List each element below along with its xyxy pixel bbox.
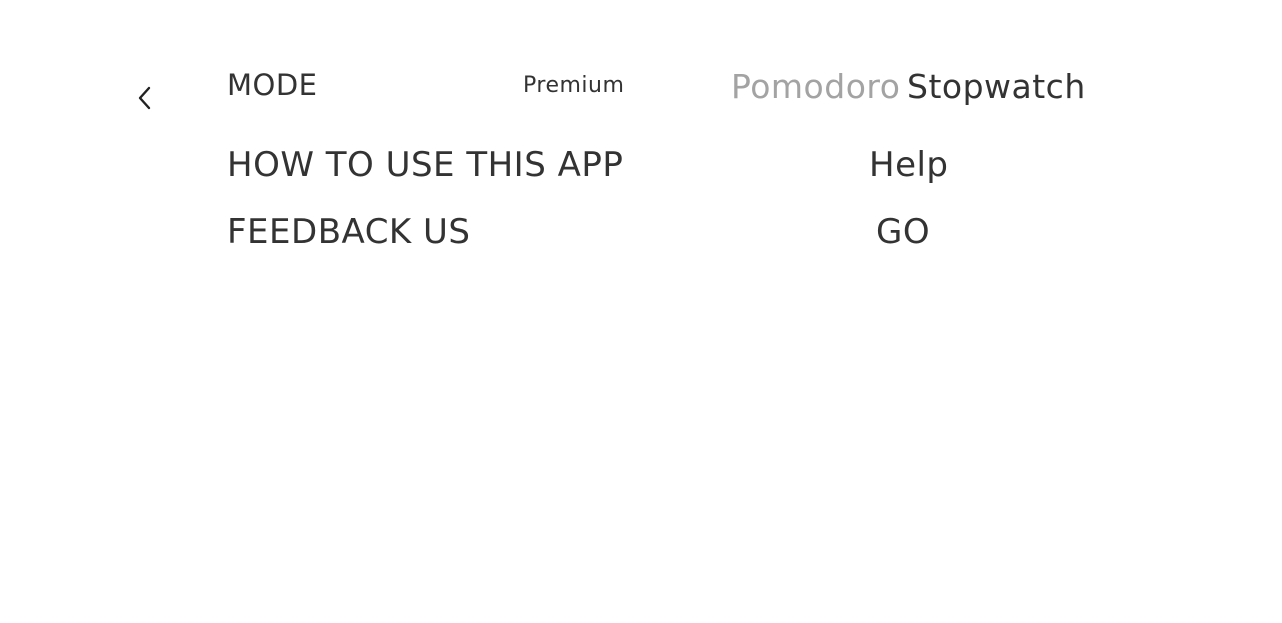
premium-link[interactable]: Premium xyxy=(523,75,624,97)
mode-option-stopwatch[interactable]: Stopwatch xyxy=(907,70,1086,103)
chevron-left-icon xyxy=(136,86,152,110)
how-to-use-label: HOW TO USE THIS APP xyxy=(227,145,624,185)
mode-label: MODE xyxy=(227,68,318,102)
help-button[interactable]: Help xyxy=(869,148,949,182)
feedback-go-button[interactable]: GO xyxy=(876,215,930,249)
feedback-label: FEEDBACK US xyxy=(227,212,471,252)
mode-option-pomodoro[interactable]: Pomodoro xyxy=(731,70,900,103)
back-button[interactable] xyxy=(128,82,160,114)
